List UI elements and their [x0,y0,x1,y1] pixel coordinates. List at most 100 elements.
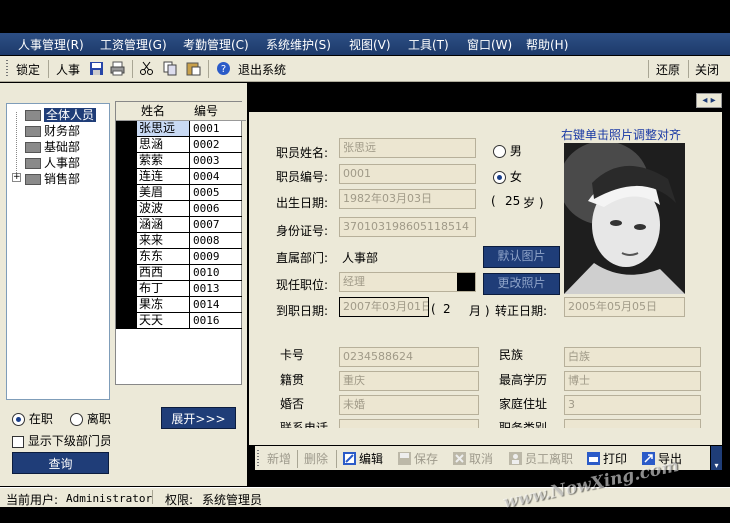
employee-photo[interactable] [564,143,685,294]
menu-window[interactable]: 窗口(W) [467,36,512,53]
address-field[interactable]: 3 [564,395,701,415]
hr-button[interactable]: 人事 [56,61,80,78]
grid-cell-no[interactable]: 0013 [190,281,242,297]
grid-row-selector[interactable] [116,297,137,313]
print-icon[interactable] [110,61,125,76]
grid-row-selector[interactable] [116,281,137,297]
detail-scrollbar[interactable]: ▾ [711,446,722,470]
toolbar-grip[interactable] [6,60,8,78]
menu-help[interactable]: 帮助(H) [526,36,568,53]
grid-row-selector[interactable] [116,233,137,249]
grid-cell-name[interactable]: 思涵 [137,137,190,153]
grid-row-selector[interactable] [116,185,137,201]
grid-cell-name[interactable]: 连连 [137,169,190,185]
grid-cell-no[interactable]: 0006 [190,201,242,217]
cancel-button[interactable]: 取消 [453,450,493,467]
edit-button[interactable]: 编辑 [343,450,383,467]
tree-item-sales[interactable]: 销售部 [25,170,80,186]
grid-cell-no[interactable]: 0007 [190,217,242,233]
grid-cell-no[interactable]: 0001 [190,121,242,137]
regular-date-field[interactable]: 2005年05月05日 [564,297,685,317]
grid-row-selector[interactable] [116,201,137,217]
marriage-field[interactable]: 未婚 [339,395,479,415]
menu-salary[interactable]: 工资管理(G) [100,36,167,53]
menu-hr[interactable]: 人事管理(R) [18,36,84,53]
change-photo-button[interactable]: 更改照片 [483,273,560,295]
grid-cell-name[interactable]: 萦萦 [137,153,190,169]
hire-date-field[interactable]: 2007年03月01日 [339,297,429,317]
tree-item-finance[interactable]: 财务部 [25,122,80,138]
close-button[interactable]: 关闭 [695,61,719,78]
employee-leave-button[interactable]: 员工离职 [509,450,573,467]
position-dropdown-arrow[interactable] [457,273,475,291]
gender-female-radio[interactable]: 女 [493,168,522,185]
id-field[interactable]: 370103198605118514 [339,217,476,237]
grid-cell-name[interactable]: 西西 [137,265,190,281]
grid-cell-no[interactable]: 0008 [190,233,242,249]
save-button[interactable]: 保存 [398,450,438,467]
gender-male-radio[interactable]: 男 [493,142,522,159]
export-button[interactable]: 导出 [642,450,682,467]
grid-cell-name[interactable]: 张思远 [137,121,190,137]
grid-row-selector[interactable] [116,137,137,153]
education-field[interactable]: 博士 [564,371,701,391]
grid-cell-name[interactable]: 波波 [137,201,190,217]
lock-button[interactable]: 锁定 [16,61,40,78]
tree-item-all[interactable]: 全体人员 [25,106,97,122]
native-field[interactable]: 重庆 [339,371,479,391]
tree-item-personnel[interactable]: 人事部 [25,154,80,170]
grid-cell-no[interactable]: 0003 [190,153,242,169]
menu-system[interactable]: 系统维护(S) [266,36,331,53]
help-icon[interactable]: ? [216,61,231,76]
grid-row-selector[interactable] [116,121,137,137]
grid-cell-name[interactable]: 来来 [137,233,190,249]
grid-cell-name[interactable]: 果冻 [137,297,190,313]
left-radio[interactable]: 离职 [70,410,111,427]
delete-button[interactable]: 删除 [304,450,328,467]
grid-row-selector[interactable] [116,265,137,281]
actionbar-grip[interactable] [257,450,259,466]
paste-icon[interactable] [186,61,201,76]
grid-row-selector[interactable] [116,169,137,185]
grid-header-name[interactable]: 姓名 [137,102,195,121]
card-field[interactable]: 0234588624 [339,347,479,367]
query-button[interactable]: 查询 [12,452,109,474]
no-field[interactable]: 0001 [339,164,476,184]
expand-button[interactable]: 展开>>> [161,407,236,429]
grid-cell-name[interactable]: 东东 [137,249,190,265]
tree-expander[interactable]: + [12,173,21,182]
save-icon[interactable] [89,61,104,76]
menu-attendance[interactable]: 考勤管理(C) [183,36,249,53]
grid-cell-name[interactable]: 美眉 [137,185,190,201]
tree-item-base[interactable]: 基础部 [25,138,80,154]
print-button[interactable]: 打印 [587,450,627,467]
show-sub-dept-checkbox[interactable]: 显示下级部门员 [12,432,110,449]
grid-cell-no[interactable]: 0002 [190,137,242,153]
restore-button[interactable]: 还原 [656,61,680,78]
grid-cell-no[interactable]: 0005 [190,185,242,201]
grid-row-selector[interactable] [116,153,137,169]
tab-scroll-arrows[interactable]: ◂ ▸ [696,93,722,108]
grid-cell-no[interactable]: 0014 [190,297,242,313]
grid-cell-name[interactable]: 天天 [137,313,190,329]
grid-header-no[interactable]: 编号 [190,102,246,121]
grid-row-selector[interactable] [116,217,137,233]
position-field[interactable]: 经理 [339,272,476,292]
grid-cell-no[interactable]: 0004 [190,169,242,185]
copy-icon[interactable] [163,61,178,76]
birth-field[interactable]: 1982年03月03日 [339,189,476,209]
nation-field[interactable]: 白族 [564,347,701,367]
grid-row-selector[interactable] [116,249,137,265]
grid-row-selector[interactable] [116,313,137,329]
grid-cell-no[interactable]: 0009 [190,249,242,265]
menu-view[interactable]: 视图(V) [349,36,391,53]
grid-cell-no[interactable]: 0010 [190,265,242,281]
name-field[interactable]: 张思远 [339,138,476,158]
cut-icon[interactable] [139,61,154,76]
menu-tools[interactable]: 工具(T) [408,36,449,53]
grid-cell-name[interactable]: 涵涵 [137,217,190,233]
job-type-field[interactable] [564,419,701,428]
active-radio[interactable]: 在职 [12,410,53,427]
default-photo-button[interactable]: 默认图片 [483,246,560,268]
exit-system-button[interactable]: 退出系统 [238,61,286,78]
